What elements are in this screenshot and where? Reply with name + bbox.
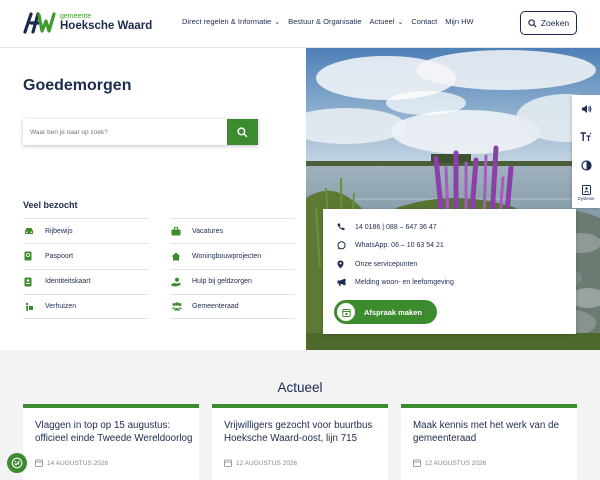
nav-item-direct-regelen[interactable]: Direct regelen & Informatie ⌄ [182, 17, 280, 26]
logo-mark-icon [23, 12, 56, 34]
search-icon [528, 18, 537, 28]
news-card-title: Vlaggen in top op 15 augustus: officieel… [35, 420, 193, 444]
news-card-date: 14 AUGUSTUS 2026 [35, 459, 108, 467]
contact-whatsapp-text: WhatsApp: 06 – 10 63 54 21 [355, 242, 444, 249]
moving-icon [23, 302, 45, 312]
news-card-date-text: 12 AUGUSTUS 2026 [425, 459, 487, 467]
quick-link-rijbewijs[interactable]: Rijbewijs [23, 218, 148, 243]
nav-item-actueel[interactable]: Actueel ⌄ [369, 17, 403, 26]
speaker-icon [581, 105, 591, 113]
nav-label: Bestuur & Organisatie [288, 17, 362, 26]
accessibility-toolbar: Dyslexie [572, 95, 600, 208]
cookie-settings-button[interactable] [7, 453, 27, 473]
news-card-title: Maak kennis met het werk van de gemeente… [413, 420, 559, 444]
news-card-date: 12 AUGUSTUS 2026 [224, 459, 297, 467]
appointment-label: Afspraak maken [364, 307, 422, 317]
search-submit-button[interactable] [227, 119, 258, 145]
contact-service-points[interactable]: Onze servicepunten [337, 260, 417, 269]
logo-big-text: Hoeksche Waard [60, 20, 153, 33]
quick-link-label: Gemeenteraad [192, 303, 239, 311]
quick-link-label: Verhuizen [45, 303, 77, 311]
read-aloud-button[interactable] [572, 95, 600, 123]
nav-label: Contact [411, 17, 438, 26]
cookie-icon [11, 457, 23, 469]
quick-link-verhuizen[interactable]: Verhuizen [23, 293, 148, 320]
news-card[interactable]: Vlaggen in top op 15 augustus: officieel… [23, 404, 199, 480]
news-card-date-text: 14 AUGUSTUS 2026 [47, 459, 109, 467]
contact-whatsapp[interactable]: WhatsApp: 06 – 10 63 54 21 [337, 241, 444, 250]
quick-link-geldzorgen[interactable]: Hulp bij geldzorgen [170, 268, 295, 294]
news-section: Actueel Vlaggen in top op 15 augustus: o… [0, 350, 600, 480]
quick-link-vacatures[interactable]: Vacatures [170, 218, 295, 243]
site-header: gemeente Hoeksche Waard Direct regelen &… [0, 0, 600, 48]
nav-item-contact[interactable]: Contact [411, 17, 437, 26]
calendar-icon [224, 459, 232, 467]
search-button-label: Zoeken [540, 18, 570, 28]
quick-link-identiteitskaart[interactable]: Identiteitskaart [23, 268, 148, 294]
calendar-icon [413, 459, 421, 467]
hand-coin-icon [170, 277, 192, 287]
main-nav: Direct regelen & Informatie ⌄ Bestuur & … [182, 17, 482, 26]
news-card-date-text: 12 AUGUSTUS 2026 [236, 459, 298, 467]
search-input[interactable] [23, 119, 227, 145]
contact-phone[interactable]: 14 0186 | 088 – 647 36 47 [337, 223, 437, 231]
calendar-icon [35, 459, 43, 467]
news-card[interactable]: Vrijwilligers gezocht voor buurtbus Hoek… [212, 404, 388, 480]
people-icon [170, 302, 192, 311]
nav-item-mijn-hw[interactable]: Mijn HW [445, 17, 473, 26]
nav-label: Direct regelen & Informatie [182, 17, 272, 26]
visited-links-left: Rijbewijs Paspoort Identiteitskaart Verh… [23, 218, 148, 320]
news-card-date: 12 AUGUSTUS 2026 [413, 459, 486, 467]
nav-label: Mijn HW [445, 17, 474, 26]
quick-link-label: Paspoort [45, 252, 74, 260]
text-size-button[interactable] [572, 123, 600, 151]
dyslexia-button[interactable]: Dyslexie [572, 179, 600, 207]
search-icon [237, 126, 248, 137]
quick-link-gemeenteraad[interactable]: Gemeenteraad [170, 293, 295, 320]
phone-icon [337, 223, 355, 231]
appointment-button[interactable]: Afspraak maken [334, 300, 437, 324]
search-bar [23, 119, 258, 145]
briefcase-icon [170, 226, 192, 236]
contact-report[interactable]: Melding woon- en leefomgeving [337, 278, 454, 286]
visited-title: Veel bezocht [23, 200, 78, 210]
nav-item-bestuur[interactable]: Bestuur & Organisatie [288, 17, 361, 26]
text-size-icon [580, 132, 592, 141]
quick-link-label: Vacatures [192, 227, 223, 235]
megaphone-icon [337, 278, 355, 286]
contact-phone-text: 14 0186 | 088 – 647 36 47 [355, 223, 437, 231]
contact-report-text: Melding woon- en leefomgeving [355, 278, 454, 286]
contact-service-points-text: Onze servicepunten [355, 261, 418, 268]
nav-label: Actueel [369, 17, 395, 26]
dyslexia-icon [581, 185, 591, 195]
contrast-button[interactable] [572, 151, 600, 179]
contact-card: 14 0186 | 088 – 647 36 47 WhatsApp: 06 –… [323, 209, 576, 334]
car-icon [23, 227, 45, 235]
quick-link-label: Hulp bij geldzorgen [192, 278, 252, 286]
location-pin-icon [337, 260, 355, 269]
quick-link-paspoort[interactable]: Paspoort [23, 243, 148, 268]
whatsapp-icon [337, 241, 355, 250]
chevron-down-icon: ⌄ [274, 18, 281, 26]
news-title: Actueel [277, 380, 323, 395]
quick-link-label: Identiteitskaart [45, 278, 91, 286]
quick-link-woningbouwprojecten[interactable]: Woningbouwprojecten [170, 243, 295, 268]
quick-link-label: Woningbouwprojecten [192, 252, 262, 260]
id-card-icon [23, 277, 45, 287]
quick-link-label: Rijbewijs [45, 227, 73, 235]
passport-icon [23, 251, 45, 261]
news-card[interactable]: Maak kennis met het werk van de gemeente… [401, 404, 577, 480]
chevron-down-icon: ⌄ [397, 18, 404, 26]
news-card-title: Vrijwilligers gezocht voor buurtbus Hoek… [224, 420, 373, 444]
contrast-icon [580, 159, 592, 171]
header-search-button[interactable]: Zoeken [520, 11, 577, 35]
house-icon [170, 252, 192, 261]
visited-links-right: Vacatures Woningbouwprojecten Hulp bij g… [170, 218, 295, 320]
page-greeting: Goedemorgen [23, 77, 132, 94]
calendar-icon [337, 303, 355, 321]
logo[interactable]: gemeente Hoeksche Waard [22, 10, 152, 36]
logo-small-text: gemeente [60, 13, 92, 21]
dyslexia-label: Dyslexie [577, 196, 595, 201]
